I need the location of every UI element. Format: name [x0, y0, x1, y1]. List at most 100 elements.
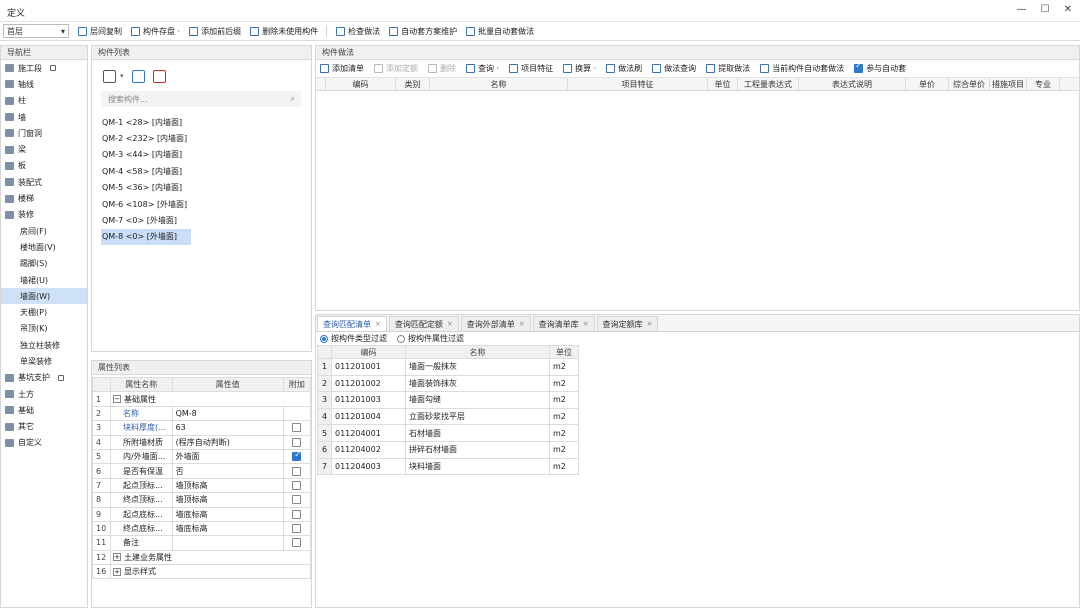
auto-scheme-button[interactable]: 自动套方案维护: [389, 26, 457, 37]
method-column-header[interactable]: 表达式说明: [799, 78, 906, 90]
method-column-header[interactable]: 综合单价: [949, 78, 990, 90]
property-value[interactable]: 否: [171, 463, 284, 479]
method-column-header[interactable]: 类别: [396, 78, 430, 90]
nav-item[interactable]: 轴线: [1, 76, 87, 92]
nav-item[interactable]: 自定义: [1, 435, 87, 451]
property-value[interactable]: 63: [171, 420, 284, 436]
method-column-header[interactable]: 项目特征: [568, 78, 708, 90]
property-value[interactable]: 墙顶标高: [171, 477, 284, 494]
nav-item[interactable]: 板: [1, 158, 87, 174]
method-column-header[interactable]: 单价: [906, 78, 949, 90]
extra-checkbox[interactable]: [292, 524, 302, 534]
component-item[interactable]: QM-7 <0> [外墙面]: [92, 212, 192, 228]
query-row[interactable]: 4 011201004 立面砂浆找平层 m2: [317, 407, 579, 426]
chevron-down-icon[interactable]: ▾: [120, 72, 124, 80]
nav-item[interactable]: 吊顶(K): [1, 321, 87, 337]
close-icon[interactable]: ×: [583, 320, 589, 328]
new-component-icon[interactable]: [103, 69, 116, 83]
close-button[interactable]: ✕: [1064, 4, 1072, 15]
extra-checkbox[interactable]: [292, 466, 302, 476]
extra-checkbox[interactable]: [292, 509, 302, 519]
query-row[interactable]: 7 011204003 块料墙面 m2: [317, 457, 579, 476]
method-tool-button[interactable]: 查询 ·: [466, 63, 499, 74]
nav-item[interactable]: 墙面(W): [1, 288, 87, 305]
nav-item[interactable]: 楼地面(V): [1, 239, 87, 255]
copy-component-icon[interactable]: [131, 69, 145, 83]
property-row[interactable]: 2 名称 QM-8: [91, 405, 312, 422]
method-column-header[interactable]: 名称: [430, 78, 568, 90]
component-item[interactable]: QM-5 <36> [内墙面]: [92, 180, 192, 196]
method-column-header[interactable]: 单位: [708, 78, 738, 90]
component-item[interactable]: QM-2 <232> [内墙面]: [92, 130, 192, 146]
expand-icon[interactable]: +: [113, 553, 122, 562]
nav-item[interactable]: 装配式: [1, 174, 87, 190]
method-tool-button[interactable]: 删除: [428, 63, 456, 74]
lock-icon[interactable]: [58, 374, 64, 381]
query-tab[interactable]: 查询外部清单 ×: [460, 316, 531, 331]
method-tool-button[interactable]: 做法刷: [606, 63, 642, 74]
nav-item[interactable]: 天棚(P): [1, 304, 87, 320]
nav-item[interactable]: 墙: [1, 109, 87, 125]
nav-item[interactable]: 基坑支护: [1, 370, 87, 386]
query-tab[interactable]: 查询匹配清单 ×: [317, 316, 387, 331]
property-row[interactable]: 16 + 显示样式: [91, 564, 311, 580]
method-tool-button[interactable]: 提取做法: [706, 63, 750, 74]
property-value[interactable]: 外墙面: [171, 448, 284, 465]
nav-item[interactable]: 踢脚(S): [1, 256, 87, 272]
expand-icon[interactable]: +: [113, 567, 122, 576]
property-value[interactable]: QM-8: [171, 405, 284, 422]
property-value[interactable]: 墙顶标高: [171, 492, 284, 508]
save-component-button[interactable]: 构件存盘 ·: [131, 26, 180, 37]
collapse-icon[interactable]: −: [113, 395, 122, 404]
nav-item[interactable]: 房间(F): [1, 223, 87, 239]
query-row[interactable]: 2 011201002 墙面装饰抹灰 m2: [317, 374, 579, 393]
property-value[interactable]: 墙底标高: [171, 506, 284, 522]
extra-checkbox[interactable]: [292, 423, 302, 433]
nav-item[interactable]: 梁: [1, 141, 87, 157]
extra-checkbox[interactable]: [292, 538, 302, 548]
delete-unused-button[interactable]: 删除未使用构件: [250, 26, 318, 37]
nav-item[interactable]: 装修: [1, 207, 87, 223]
property-row[interactable]: 7 起点顶标... 墙顶标高: [91, 477, 312, 494]
property-value[interactable]: [171, 535, 284, 551]
method-tool-button[interactable]: 当前构件自动套做法: [760, 63, 844, 74]
property-row[interactable]: 11 备注: [91, 535, 312, 551]
floor-select[interactable]: 首层 ▾: [3, 24, 69, 38]
close-icon[interactable]: ×: [375, 320, 381, 328]
method-tool-button[interactable]: 做法查询: [652, 63, 696, 74]
property-row[interactable]: 4 所附墙材质 (程序自动判断): [91, 434, 312, 450]
method-column-header[interactable]: 编码: [326, 78, 396, 90]
property-row[interactable]: 10 终点底标... 墙底标高: [91, 520, 312, 537]
property-value[interactable]: 墙底标高: [171, 520, 284, 537]
filter-radio[interactable]: 按构件类型过滤: [320, 333, 387, 344]
extra-checkbox[interactable]: [292, 480, 302, 490]
query-row[interactable]: 5 011204001 石材墙面 m2: [317, 424, 579, 442]
query-tab[interactable]: 查询定额库 ×: [596, 316, 659, 331]
method-tool-button[interactable]: 换算 ·: [563, 63, 596, 74]
property-value[interactable]: (程序自动判断): [171, 434, 284, 450]
method-column-header[interactable]: 措施项目: [990, 78, 1027, 90]
batch-auto-apply-button[interactable]: 批量自动套做法: [466, 26, 534, 37]
component-search-input[interactable]: 搜索构件... ⌕: [101, 91, 301, 107]
extra-checkbox[interactable]: [292, 450, 302, 462]
component-item[interactable]: QM-6 <108> [外墙面]: [92, 196, 192, 212]
query-row[interactable]: 3 011201003 墙面勾缝 m2: [317, 391, 579, 409]
nav-item[interactable]: 门窗洞: [1, 125, 87, 141]
component-item[interactable]: QM-8 <0> [外墙面]: [101, 228, 191, 246]
nav-item[interactable]: 楼梯: [1, 190, 87, 206]
close-icon[interactable]: ×: [647, 320, 653, 328]
property-row[interactable]: 3 块料厚度(... 63: [91, 420, 312, 436]
component-item[interactable]: QM-3 <44> [内墙面]: [92, 147, 192, 163]
property-row[interactable]: 12 + 土建业务属性: [91, 549, 311, 566]
query-tab[interactable]: 查询匹配定额 ×: [388, 316, 459, 331]
property-row[interactable]: 1− 基础属性: [91, 391, 311, 407]
method-tool-button[interactable]: 添加清单: [320, 63, 364, 74]
close-icon[interactable]: ×: [447, 320, 453, 328]
nav-item[interactable]: 柱: [1, 93, 87, 109]
component-item[interactable]: QM-1 <28> [内墙面]: [92, 114, 192, 130]
maximize-button[interactable]: ☐: [1041, 4, 1050, 15]
auto-apply-toggle[interactable]: 参与自动套: [854, 61, 906, 74]
property-row[interactable]: 8 终点顶标... 墙顶标高: [91, 492, 312, 508]
copy-between-floors-button[interactable]: 层间复制: [78, 26, 122, 37]
extra-checkbox[interactable]: [292, 437, 302, 447]
